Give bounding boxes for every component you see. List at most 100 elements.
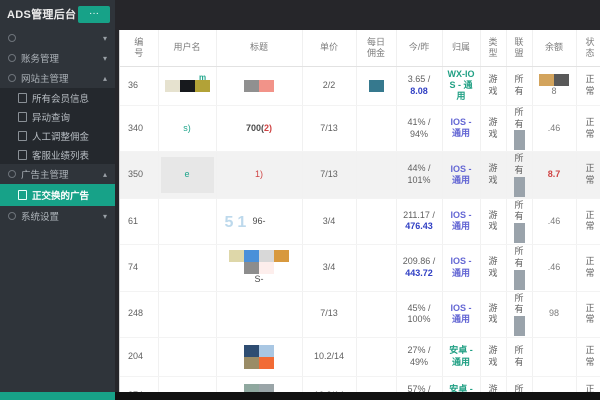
table-row[interactable]: 61 51 96- 3/4 211.17 /476.43 IOS - 通用 游戏 所有 .46 正…	[120, 198, 600, 246]
censored-block	[244, 383, 259, 392]
table-row[interactable]: 248 7/13 45% /100% IOS - 通用 游戏 所有 98 正常	[120, 291, 600, 338]
cell-content	[219, 383, 300, 392]
chevron-down-icon: ▾	[102, 211, 107, 221]
yesterday-value: 8.08	[410, 86, 428, 96]
alliance-label: 所有	[514, 199, 524, 222]
cell-content: 8	[535, 74, 574, 96]
cell-title	[216, 376, 303, 392]
cell-price: 3/4	[302, 244, 357, 292]
cell-balance: .46	[532, 244, 577, 292]
table-row[interactable]: 36 m 2/2 3.65 /8.08 WX-IOS - 通用 游戏 所有 8 正常	[120, 66, 600, 106]
col-header-status: 状态	[576, 30, 600, 67]
cell-content: m	[161, 73, 214, 92]
cell-id: 36	[120, 66, 159, 106]
cell-type: 游戏	[480, 291, 507, 338]
cell-alliance: 所有	[506, 151, 533, 199]
cell-type: 游戏	[480, 198, 507, 246]
col-header-title: 标题	[216, 30, 303, 67]
col-header-id: 编号	[120, 30, 159, 67]
attribution-label: 安卓 - 通用	[449, 384, 473, 392]
main-content: 编号 用户名 标题 单价 每日佣金 今/昨 归属 类型 联盟 余额 状态 36 m 2/2 3.65 /8…	[115, 0, 600, 400]
cell-text: 正常	[585, 256, 595, 278]
sidebar-item-异动查询[interactable]: 异动查询	[0, 107, 115, 126]
cell-content: .46	[548, 262, 561, 272]
cell-alliance: 所有	[506, 244, 533, 292]
attribution-label: WX-IOS - 通用	[447, 68, 475, 102]
col-header-attr: 归属	[442, 30, 481, 67]
sidebar-item-客服业绩列表[interactable]: 客服业绩列表	[0, 145, 115, 164]
cell-today: 3.65 /8.08	[396, 66, 443, 106]
cell-price: 7/13	[302, 291, 357, 338]
cell-type: 游戏	[480, 105, 507, 153]
cell-user	[158, 337, 217, 377]
table-row[interactable]: 274 10.2/14 57% /99% 安卓 - 通用 游戏 所有 正常	[120, 376, 600, 392]
sidebar-item-label: 所有会员信息	[32, 93, 90, 105]
cell-text: 98	[548, 308, 559, 319]
table-row[interactable]: 340 s) 700(2) 7/13 41% /94% IOS - 通用 游戏 所有 .46 正常	[120, 105, 600, 153]
circle-icon	[8, 170, 16, 178]
alliance-label: 所有	[514, 292, 524, 315]
circle-icon	[8, 212, 16, 220]
cell-today: 44% /101%	[396, 151, 443, 199]
table-body: 36 m 2/2 3.65 /8.08 WX-IOS - 通用 游戏 所有 8 正常 340 s) 7…	[120, 66, 600, 392]
sidebar-nav: ▾ 账务管理 ▾ 网站主管理 ▴ 所有会员信息 异动查询 人工调整佣金 客服业绩列表 广告主管理 ▴…	[0, 28, 115, 226]
sidebar-item-账务管理[interactable]: 账务管理 ▾	[0, 48, 115, 68]
cell-content: 700(2)	[246, 123, 272, 133]
attribution-label: IOS - 通用	[450, 256, 472, 278]
cell-attr: 安卓 - 通用	[442, 337, 481, 377]
cell-balance: .46	[532, 105, 577, 153]
cell-alliance: 所有	[506, 337, 533, 377]
censored-block	[274, 249, 289, 262]
censored-block	[244, 261, 259, 274]
sidebar-item-广告主管理[interactable]: 广告主管理 ▴	[0, 164, 115, 184]
sidebar-item-label: 客服业绩列表	[32, 150, 90, 162]
censored-block	[514, 176, 525, 197]
censored-block	[514, 223, 525, 244]
sidebar-item-blank-0[interactable]: ▾	[0, 28, 115, 48]
cell-attr: IOS - 通用	[442, 244, 481, 292]
cell-content	[359, 80, 394, 92]
circle-icon	[8, 34, 16, 42]
table-row[interactable]: 74 S- 3/4 209.86 /443.72 IOS - 通用 游戏 所有 .46 正常	[120, 244, 600, 292]
cell-content: e	[184, 169, 189, 179]
cell-user: e	[158, 151, 217, 199]
cell-text: 正常	[585, 302, 595, 325]
cell-daily	[356, 337, 397, 377]
sidebar-item-正交换的广告[interactable]: 正交换的广告	[0, 184, 115, 206]
cell-text: 8.7	[547, 169, 561, 180]
sidebar-item-所有会员信息[interactable]: 所有会员信息	[0, 88, 115, 107]
cell-text: 游戏	[488, 345, 498, 367]
cell-status: 正常	[576, 244, 600, 292]
today-value: 3.65 /	[407, 74, 431, 85]
cell-text: e	[184, 169, 190, 180]
cell-text: 正常	[585, 384, 595, 392]
alliance-label: 所有	[514, 74, 524, 96]
cell-text: 700(	[245, 122, 264, 133]
cell-id: 350	[120, 151, 159, 199]
attribution-label: IOS - 通用	[450, 302, 472, 324]
cell-text: .46	[547, 261, 561, 272]
cell-balance: 8.7	[532, 151, 577, 199]
alliance-label: 所有	[514, 246, 524, 268]
sidebar-more-button[interactable]: ···	[78, 5, 110, 23]
cell-type: 游戏	[480, 66, 507, 106]
ads-table: 编号 用户名 标题 单价 每日佣金 今/昨 归属 类型 联盟 余额 状态 36 m 2/2 3.65 /8…	[120, 30, 600, 392]
circle-icon	[8, 54, 16, 62]
col-header-balance: 余额	[532, 30, 577, 67]
yesterday-value: 101%	[407, 175, 431, 186]
cell-text: 正常	[585, 209, 595, 232]
document-icon	[18, 92, 27, 103]
cell-type: 游戏	[480, 151, 507, 199]
cell-title: 51 96-	[216, 198, 303, 246]
cell-text: .46	[547, 215, 561, 226]
cell-today: 27% /49%	[396, 337, 443, 377]
cell-alliance: 所有	[506, 291, 533, 338]
today-value: 209.86 /	[402, 256, 436, 267]
cell-text: 96-	[252, 215, 266, 226]
cell-text: 游戏	[488, 209, 498, 232]
sidebar-item-系统设置[interactable]: 系统设置 ▾	[0, 206, 115, 226]
sidebar-item-人工调整佣金[interactable]: 人工调整佣金	[0, 126, 115, 145]
table-row[interactable]: 204 10.2/14 27% /49% 安卓 - 通用 游戏 所有 正常	[120, 337, 600, 377]
sidebar-item-网站主管理[interactable]: 网站主管理 ▴	[0, 68, 115, 88]
table-row[interactable]: 350 e 1) 7/13 44% /101% IOS - 通用 游戏 所有 8.7 正常	[120, 151, 600, 199]
